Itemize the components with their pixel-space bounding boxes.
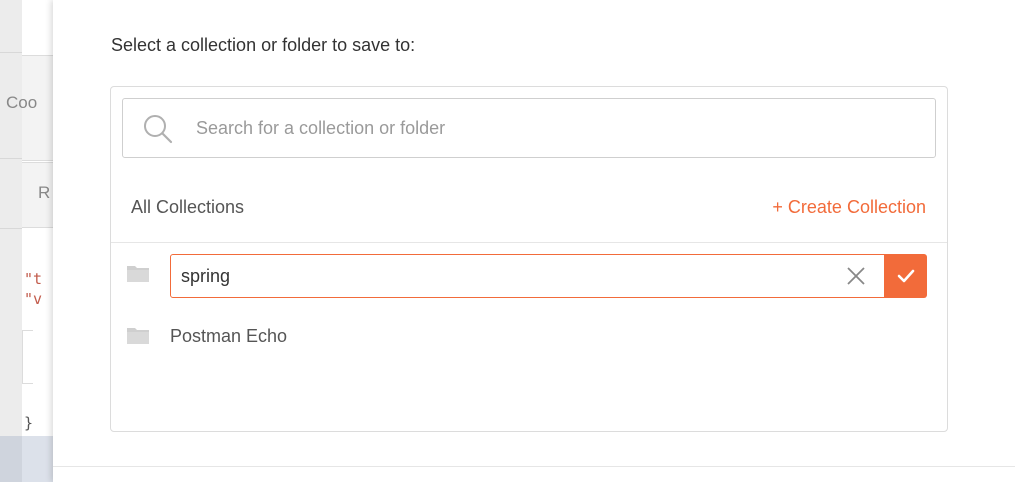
background-code-text: }: [24, 414, 34, 432]
dialog-footer-divider: [53, 466, 1015, 467]
dialog-prompt: Select a collection or folder to save to…: [111, 35, 416, 55]
background-divider: [0, 158, 22, 159]
background-code-text: "t: [24, 270, 43, 288]
close-icon[interactable]: [846, 266, 866, 286]
search-icon: [143, 114, 173, 144]
list-divider: [111, 242, 947, 243]
background-divider: [0, 52, 22, 53]
background-window: [22, 0, 53, 482]
background-overlay: [0, 436, 53, 482]
new-collection-field[interactable]: [170, 254, 885, 298]
background-divider: [0, 228, 22, 229]
background-text: R: [38, 183, 51, 202]
list-item-label: Postman Echo: [170, 326, 288, 346]
search-input[interactable]: [196, 99, 916, 157]
background-left-strip: [0, 0, 22, 482]
folder-icon: [127, 264, 149, 282]
new-collection-input[interactable]: [181, 255, 821, 297]
background-code-text: "v: [24, 290, 43, 308]
confirm-button[interactable]: [884, 254, 927, 298]
checkmark-icon: [897, 269, 915, 283]
all-collections-label[interactable]: All Collections: [131, 197, 244, 218]
folder-icon: [127, 326, 149, 344]
create-collection-link[interactable]: + Create Collection: [772, 197, 926, 218]
background-panel: [22, 330, 33, 384]
background-text: Coo: [6, 93, 38, 112]
search-box[interactable]: [122, 98, 936, 158]
